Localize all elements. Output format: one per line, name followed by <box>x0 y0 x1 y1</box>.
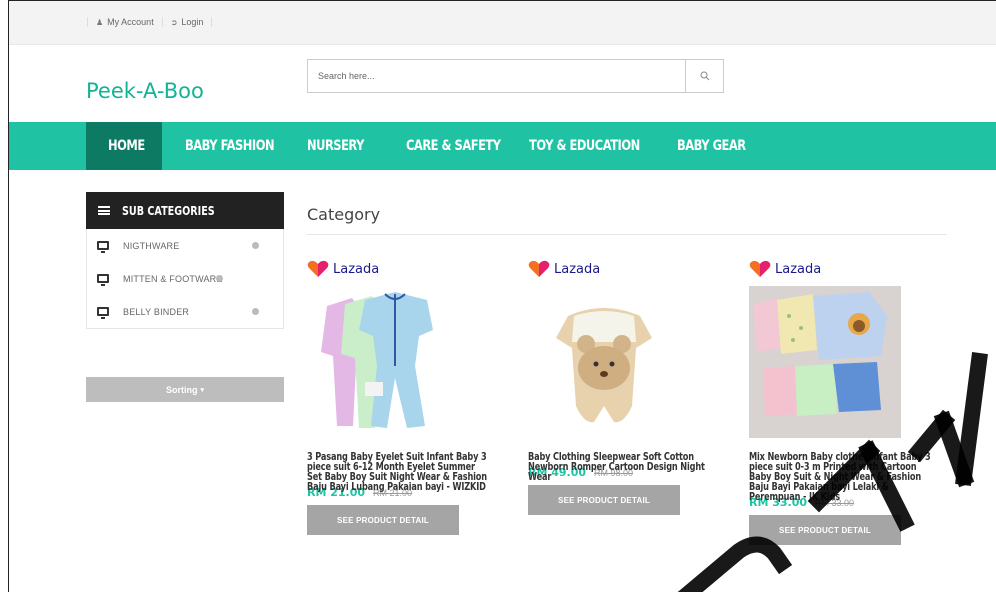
nav-nursery[interactable]: NURSERY <box>307 122 364 170</box>
brand-name: Lazada <box>775 261 822 277</box>
nav-toy-education[interactable]: TOY & EDUCATION <box>529 122 640 170</box>
menu-icon <box>98 206 110 215</box>
search-button[interactable] <box>685 60 723 92</box>
site-logo[interactable]: Peek-A-Boo <box>86 79 204 103</box>
nav-baby-fashion[interactable]: BABY FASHION <box>185 122 275 170</box>
sidebar-item-label: MITTEN & FOOTWARE <box>123 273 223 284</box>
monitor-icon <box>97 307 109 319</box>
chevron-right-icon <box>252 308 259 315</box>
sidebar-item-belly-binder[interactable]: BELLY BINDER <box>87 295 283 328</box>
main-nav: HOME BABY FASHION NURSERY CARE & SAFETY … <box>9 122 996 170</box>
nav-home[interactable]: HOME <box>108 122 145 170</box>
see-product-detail-button[interactable]: SEE PRODUCT DETAIL <box>307 505 459 535</box>
chevron-right-icon <box>216 275 223 282</box>
my-account-link[interactable]: ♟ My Account <box>87 17 162 27</box>
browser-viewport: ♟ My Account ➲ Login Peek-A-Boo HOME BAB… <box>8 0 996 592</box>
my-account-label: My Account <box>107 17 154 27</box>
monitor-icon <box>97 241 109 253</box>
search-bar <box>307 59 724 93</box>
sub-categories-list: NIGTHWARE MITTEN & FOOTWARE BELLY BINDER <box>86 229 284 329</box>
brand-logo: Lazada <box>307 259 507 279</box>
product-photo <box>749 286 901 438</box>
nav-baby-gear[interactable]: BABY GEAR <box>677 122 746 170</box>
lazada-heart-icon <box>528 260 550 277</box>
caret-down-icon: ▾ <box>200 386 204 394</box>
brand-logo: Lazada <box>528 259 728 279</box>
nav-care-safety[interactable]: CARE & SAFETY <box>406 122 501 170</box>
divider <box>307 234 947 235</box>
login-icon: ➲ <box>170 17 178 27</box>
search-input[interactable] <box>308 60 685 92</box>
brand-logo: Lazada <box>749 259 949 279</box>
top-bar: ♟ My Account ➲ Login <box>9 1 996 45</box>
user-icon: ♟ <box>96 17 104 27</box>
lazada-heart-icon <box>307 260 329 277</box>
sidebar-item-label: NIGTHWARE <box>123 240 180 251</box>
product-card: Lazada 3 Pasang Baby Eyelet Suit Infant … <box>307 259 507 535</box>
site-header: Peek-A-Boo <box>9 45 996 122</box>
login-link[interactable]: ➲ Login <box>161 17 213 27</box>
sidebar: SUB CATEGORIES NIGTHWARE MITTEN & FOOTWA… <box>86 192 284 402</box>
sub-categories-title: SUB CATEGORIES <box>122 203 215 218</box>
sorting-dropdown[interactable]: Sorting ▾ <box>86 377 284 402</box>
login-label: Login <box>181 17 204 27</box>
see-product-detail-button[interactable]: SEE PRODUCT DETAIL <box>749 515 901 545</box>
sidebar-item-nigthware[interactable]: NIGTHWARE <box>87 229 283 262</box>
product-photo <box>528 286 680 438</box>
monitor-icon <box>97 274 109 286</box>
sidebar-item-label: BELLY BINDER <box>123 306 190 317</box>
brand-name: Lazada <box>554 261 601 277</box>
sorting-label: Sorting <box>165 384 198 395</box>
product-image[interactable] <box>528 286 680 438</box>
lazada-heart-icon <box>749 260 771 277</box>
product-card: Lazada Baby Clothing Sleepwear Soft Cott… <box>528 259 728 515</box>
product-image[interactable] <box>749 286 901 438</box>
product-name[interactable]: 3 Pasang Baby Eyelet Suit Infant Baby 3 … <box>307 452 490 493</box>
account-links: ♟ My Account ➲ Login <box>87 17 213 27</box>
product-name[interactable]: Baby Clothing Sleepwear Soft Cotton Newb… <box>528 452 711 483</box>
sub-categories-header: SUB CATEGORIES <box>86 192 284 229</box>
see-product-detail-button[interactable]: SEE PRODUCT DETAIL <box>528 485 680 515</box>
product-image[interactable] <box>307 286 459 438</box>
search-icon <box>700 71 709 81</box>
page-title: Category <box>307 205 381 224</box>
product-name[interactable]: Mix Newborn Baby clothes Infant Baby 3 p… <box>749 452 932 503</box>
chevron-right-icon <box>252 242 259 249</box>
product-photo <box>307 286 459 438</box>
product-card: Lazada Mix Newborn Baby clothes Infant B… <box>749 259 949 545</box>
sidebar-item-mitten-footware[interactable]: MITTEN & FOOTWARE <box>87 262 283 295</box>
brand-name: Lazada <box>333 261 380 277</box>
